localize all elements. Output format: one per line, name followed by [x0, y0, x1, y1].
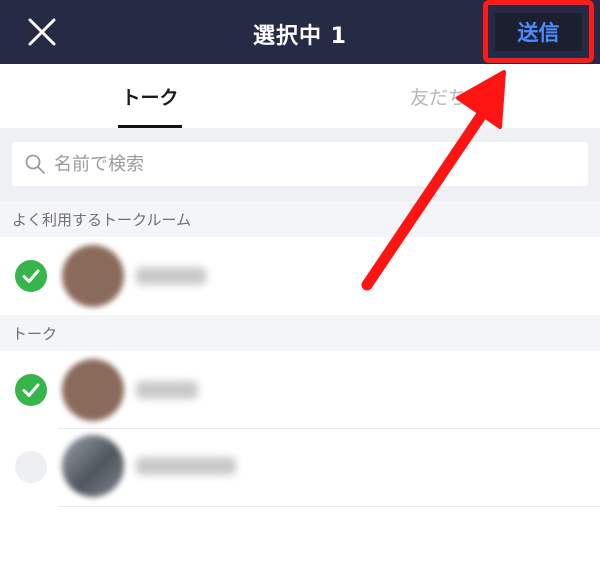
blurred-name	[136, 267, 206, 285]
avatar	[62, 435, 124, 497]
checked-indicator[interactable]	[15, 374, 47, 406]
check-icon	[22, 383, 40, 397]
checked-indicator[interactable]	[15, 260, 47, 292]
section-header-talk: トーク	[0, 315, 600, 351]
search-area	[0, 128, 600, 201]
unchecked-indicator[interactable]	[15, 451, 47, 483]
top-bar: 選択中 1 送信	[0, 0, 600, 64]
blurred-name	[136, 381, 198, 399]
list-item[interactable]	[0, 237, 600, 315]
list-item[interactable]	[0, 351, 600, 429]
blurred-name	[136, 457, 236, 475]
search-input[interactable]	[54, 153, 554, 175]
section-header-frequent: よく利用するトークルーム	[0, 201, 600, 237]
tab-friends[interactable]: 友だち	[410, 64, 510, 128]
divider	[58, 506, 600, 507]
search-box[interactable]	[12, 142, 588, 186]
avatar	[62, 245, 124, 307]
send-button[interactable]: 送信	[495, 13, 582, 51]
avatar	[62, 359, 124, 421]
list-item[interactable]	[0, 429, 600, 507]
tab-bar: トーク 友だち	[0, 64, 600, 128]
send-highlight-box: 送信	[483, 0, 594, 63]
search-icon	[25, 154, 45, 174]
check-icon	[22, 269, 40, 283]
tab-talk[interactable]: トーク	[118, 64, 182, 128]
